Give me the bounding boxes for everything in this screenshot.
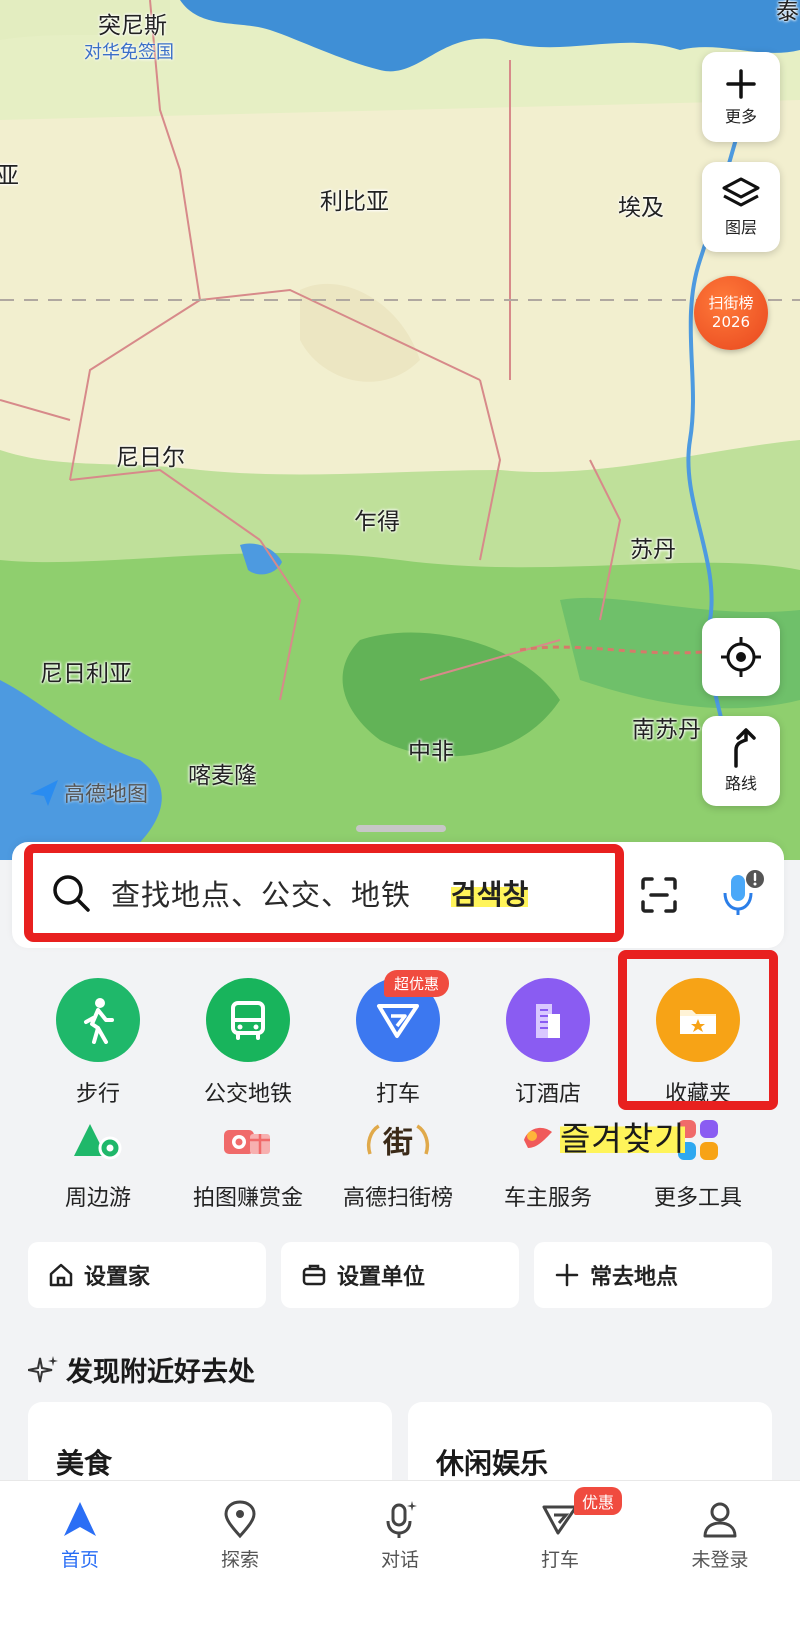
walk-label: 步行	[75, 1082, 120, 1107]
tab-chat[interactable]: 对话	[345, 1499, 455, 1572]
map-label-sudan: 苏丹	[630, 537, 676, 563]
map-label-niger: 尼日尔	[116, 445, 185, 471]
search-icon	[53, 875, 90, 912]
walk-service[interactable]: 步行	[23, 978, 173, 1108]
amap-logo-text: 高德地图	[64, 782, 148, 806]
street-rank-badge[interactable]: 扫街榜 2026	[694, 276, 768, 350]
scan-button[interactable]	[634, 870, 684, 920]
locate-button[interactable]	[702, 618, 780, 696]
taxi-promo-badge: 超优惠	[384, 970, 450, 997]
amap-logo: 高德地图	[28, 778, 148, 808]
briefcase-icon	[302, 1264, 326, 1286]
search-placeholder: 查找地点、公交、地铁	[111, 878, 412, 912]
layers-label: 图层	[724, 218, 757, 237]
map-label-chad: 乍得	[354, 509, 400, 535]
user-icon	[703, 1502, 737, 1538]
set-home-button[interactable]: 设置家	[28, 1242, 266, 1308]
discover-section-title: 发现附近好去处	[28, 1350, 255, 1389]
nearby-tour-service[interactable]: 周边游	[23, 1112, 173, 1212]
bus-icon	[206, 978, 290, 1062]
tab-explore[interactable]: 探索	[185, 1499, 295, 1572]
set-work-button[interactable]: 设置单位	[281, 1242, 519, 1308]
tab-taxi-label: 打车	[540, 1549, 579, 1571]
tab-explore-label: 探索	[220, 1549, 259, 1571]
layers-icon	[722, 177, 760, 207]
search-panel: 查找地点、公交、地铁 검색창	[0, 842, 800, 952]
discover-card-leisure-label: 休闲娱乐	[436, 1447, 549, 1480]
hotel-label: 订酒店	[514, 1082, 581, 1107]
bottom-tab-bar: 首页 探索 对话 打车 未登录	[0, 1480, 800, 1649]
more-label: 更多	[724, 107, 757, 126]
svg-text:街: 街	[382, 1125, 413, 1160]
route-label: 路线	[724, 774, 757, 793]
tab-home-label: 首页	[60, 1549, 99, 1571]
hotel-service[interactable]: 订酒店	[473, 978, 623, 1108]
taxi-label: 打车	[375, 1082, 420, 1107]
tab-chat-label: 对话	[380, 1549, 419, 1571]
route-arrow-icon	[734, 728, 756, 768]
rank-badge-year: 2026	[711, 313, 751, 331]
search-input[interactable]: 查找地点、公交、地铁 검색창	[24, 844, 624, 942]
map-view[interactable]: 突尼斯 对华免签国 泰 亚 利比亚 埃及 尼日尔 乍得 苏丹 尼日利亚 南苏丹 …	[0, 0, 800, 860]
frequent-places-label: 常去地点	[590, 1265, 679, 1290]
map-label-tunisia: 突尼斯	[98, 13, 167, 39]
taxi-tab-badge: 优惠	[574, 1487, 623, 1515]
street-rank-service[interactable]: 街 高德扫街榜	[323, 1112, 473, 1212]
map-label-edge-top-right: 泰	[776, 0, 799, 25]
street-rank-label: 高德扫街榜	[342, 1186, 453, 1211]
home-arrow-icon	[64, 1502, 96, 1536]
map-label-egypt: 埃及	[618, 195, 664, 221]
frequent-places-button[interactable]: 常去地点	[534, 1242, 772, 1308]
layers-button[interactable]: 图层	[702, 162, 780, 252]
bus-metro-label: 公交地铁	[203, 1082, 292, 1107]
sparkle-icon	[28, 1355, 58, 1382]
amap-logo-icon	[30, 780, 58, 806]
favorites-highlight-box	[618, 950, 778, 1110]
discover-title-text: 发现附近好去处	[66, 1357, 255, 1388]
plus-icon	[555, 1263, 579, 1287]
set-home-label: 设置家	[84, 1265, 151, 1290]
more-tools-label: 更多工具	[653, 1186, 742, 1211]
street-rank-icon: 街	[363, 1112, 433, 1168]
photo-reward-service[interactable]: 拍图赚赏金	[173, 1112, 323, 1212]
rank-badge-title: 扫街榜	[708, 294, 754, 312]
location-pin-icon	[224, 1500, 256, 1539]
bus-metro-service[interactable]: 公交地铁	[173, 978, 323, 1108]
map-label-central-africa: 中非	[408, 739, 454, 765]
map-label-visa-free: 对华免签国	[84, 42, 174, 63]
search-card: 查找地点、公交、地铁 검색창	[12, 842, 784, 948]
home-icon	[49, 1263, 73, 1287]
hotel-icon	[506, 978, 590, 1062]
nearby-tour-label: 周边游	[64, 1186, 131, 1211]
route-button[interactable]: 路线	[702, 716, 780, 806]
search-annotation: 검색창	[451, 873, 529, 913]
voice-search-button[interactable]	[714, 864, 772, 922]
map-label-edge-left: 亚	[0, 163, 19, 189]
panel-drag-handle[interactable]	[356, 825, 446, 832]
favorites-annotation: 즐겨찾기	[560, 1112, 686, 1160]
microphone-icon	[723, 870, 764, 915]
walk-icon	[56, 978, 140, 1062]
map-label-south-sudan: 南苏丹	[632, 717, 701, 743]
map-label-libya: 利比亚	[320, 189, 389, 215]
voice-chat-icon	[386, 1501, 417, 1538]
taxi-service[interactable]: 打车	[323, 978, 473, 1108]
tab-profile[interactable]: 未登录	[665, 1499, 775, 1572]
photo-reward-icon	[213, 1112, 283, 1168]
car-owner-label: 车主服务	[503, 1186, 592, 1211]
locate-icon	[721, 637, 761, 677]
plus-icon	[726, 69, 756, 99]
tab-profile-label: 未登录	[691, 1549, 749, 1571]
tab-home[interactable]: 首页	[25, 1499, 135, 1572]
set-work-label: 设置单位	[337, 1265, 426, 1290]
discover-card-food-label: 美食	[56, 1447, 113, 1480]
nearby-tour-icon	[63, 1112, 133, 1168]
more-button[interactable]: 更多	[702, 52, 780, 142]
photo-reward-label: 拍图赚赏金	[192, 1186, 303, 1211]
map-label-cameroon: 喀麦隆	[188, 763, 257, 789]
map-label-nigeria: 尼日利亚	[40, 661, 132, 687]
scan-icon	[641, 877, 677, 913]
